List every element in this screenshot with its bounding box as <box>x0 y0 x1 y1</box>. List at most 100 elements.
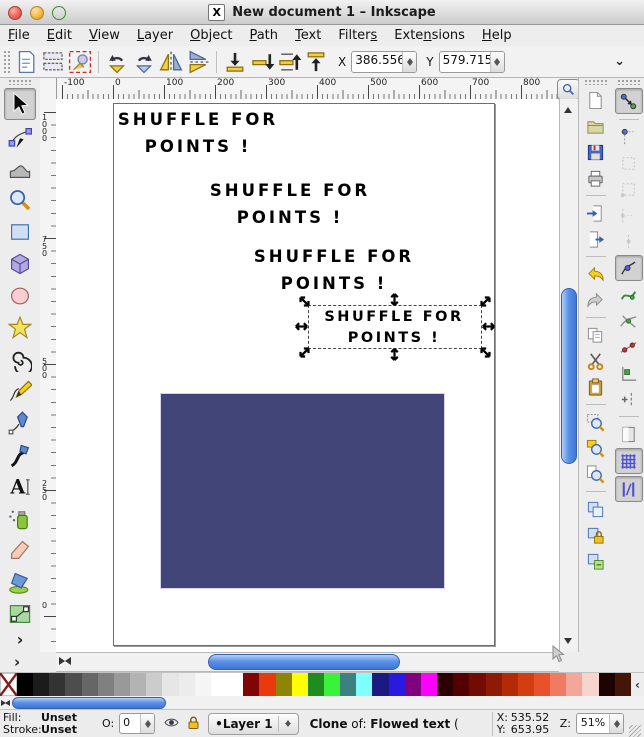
raise-one-step-button[interactable] <box>276 49 302 75</box>
color-swatch[interactable] <box>65 673 81 696</box>
scale-handle-top[interactable] <box>387 292 402 307</box>
palette-scrollbar[interactable] <box>0 696 644 710</box>
color-swatch[interactable] <box>356 673 372 696</box>
menu-item[interactable]: Help <box>482 28 512 43</box>
unlink-clone-button[interactable] <box>583 549 609 573</box>
color-swatch[interactable] <box>502 673 518 696</box>
duplicate-button[interactable] <box>583 497 609 521</box>
color-swatch[interactable] <box>518 673 534 696</box>
snap-grid-button[interactable] <box>615 448 643 474</box>
lower-one-step-button[interactable] <box>249 49 275 75</box>
color-swatch[interactable] <box>179 673 195 696</box>
zoom-spinner[interactable] <box>609 714 623 733</box>
color-swatch[interactable] <box>453 673 469 696</box>
snap-nodes-button[interactable] <box>615 255 643 281</box>
snap-master-toggle-button[interactable] <box>615 88 643 114</box>
color-swatch[interactable] <box>389 673 405 696</box>
import-button[interactable] <box>583 201 609 225</box>
menu-item[interactable]: Layer <box>137 28 173 43</box>
color-swatch[interactable] <box>292 673 308 696</box>
zoom-to-drawing-button[interactable] <box>583 436 609 460</box>
copy-button[interactable] <box>583 323 609 347</box>
horizontal-scrollbar-thumb[interactable] <box>208 654 400 670</box>
palette-scrollbar-thumb[interactable] <box>12 697 166 709</box>
fill-stroke-indicator[interactable]: Fill: Unset Stroke: Unset <box>3 712 85 736</box>
color-swatch[interactable] <box>437 673 453 696</box>
color-swatch[interactable] <box>550 673 566 696</box>
vertical-ruler[interactable]: 10007505002500 <box>40 78 57 652</box>
tool-paint-bucket[interactable] <box>5 567 35 597</box>
rotate-ccw-button[interactable] <box>104 49 130 75</box>
color-swatch[interactable] <box>582 673 598 696</box>
minimize-button[interactable] <box>30 6 44 20</box>
snap-object-centers-button[interactable] <box>616 387 642 411</box>
toolbar-drag-handle[interactable] <box>3 50 10 74</box>
toolbox-drag-handle[interactable] <box>8 79 32 85</box>
paste-button[interactable] <box>583 375 609 399</box>
menu-item[interactable]: Object <box>190 28 232 43</box>
color-swatch[interactable] <box>615 673 631 696</box>
create-clone-button[interactable] <box>583 523 609 547</box>
opacity-spinner[interactable] <box>140 714 154 733</box>
color-swatch[interactable] <box>405 673 421 696</box>
select-all-layers-button[interactable] <box>40 49 66 75</box>
tool-calligraphy[interactable] <box>5 440 35 470</box>
toolbox-more-chevron[interactable]: › <box>14 653 20 671</box>
toolbar-overflow-chevron[interactable]: ⌄ <box>614 54 625 69</box>
scale-handle-right[interactable] <box>481 319 496 334</box>
snap-to-paths-button[interactable] <box>616 283 642 307</box>
canvas-text-1[interactable]: SHUFFLE FOR POINTS ! <box>108 106 288 160</box>
y-spinner[interactable] <box>490 52 504 72</box>
snap-bar-drag-handle[interactable] <box>617 79 641 85</box>
canvas[interactable]: SHUFFLE FOR POINTS ! SHUFFLE FOR POINTS … <box>56 99 559 652</box>
no-color-swatch[interactable] <box>0 673 17 696</box>
zoom-field[interactable]: 51% <box>576 713 624 734</box>
commands-bar-drag-handle[interactable] <box>584 79 608 85</box>
x-coordinate-value[interactable]: 386.556 <box>352 52 402 72</box>
blue-rectangle-object[interactable] <box>160 393 445 589</box>
tool-spray[interactable] <box>5 504 35 534</box>
color-swatch[interactable] <box>33 673 49 696</box>
flip-horizontal-button[interactable] <box>158 49 184 75</box>
color-swatch[interactable] <box>227 673 243 696</box>
tool-eraser[interactable] <box>5 536 35 566</box>
color-swatch[interactable] <box>308 673 324 696</box>
color-swatch[interactable] <box>82 673 98 696</box>
layer-lock-icon[interactable] <box>188 716 199 732</box>
tool-zoom[interactable] <box>5 185 35 215</box>
tool-pen[interactable] <box>5 408 35 438</box>
scroll-up-arrow[interactable] <box>560 101 576 115</box>
snap-midpoints-button[interactable] <box>616 361 642 385</box>
lower-to-bottom-button[interactable] <box>222 49 248 75</box>
open-document-button[interactable] <box>583 114 609 138</box>
new-document-button[interactable] <box>583 88 609 112</box>
menu-item[interactable]: View <box>89 28 120 43</box>
color-swatch[interactable] <box>599 673 615 696</box>
menu-item[interactable]: Filters <box>338 28 377 43</box>
opacity-field[interactable]: 0 <box>119 713 155 734</box>
snap-bbox-edge-midpoints-button[interactable] <box>616 203 642 227</box>
snap-bbox-corners-button[interactable] <box>616 177 642 201</box>
tool-selector[interactable] <box>4 88 36 120</box>
zoom-value[interactable]: 51% <box>577 714 609 733</box>
tool-star[interactable] <box>5 313 35 343</box>
color-swatch[interactable] <box>195 673 211 696</box>
snap-bbox-centers-button[interactable] <box>616 229 642 253</box>
menu-item[interactable]: Path <box>249 28 278 43</box>
undo-button[interactable] <box>583 262 609 286</box>
zoom-to-selection-button[interactable] <box>583 410 609 434</box>
vertical-scrollbar[interactable] <box>559 99 579 652</box>
color-swatch[interactable] <box>372 673 388 696</box>
print-button[interactable] <box>583 166 609 190</box>
current-layer-dropdown[interactable]: •Layer 1 <box>208 713 298 735</box>
canvas-text-3[interactable]: SHUFFLE FOR POINTS ! <box>244 243 424 297</box>
menu-item[interactable]: Edit <box>47 28 72 43</box>
window-resize-grip[interactable] <box>629 725 641 737</box>
x-coordinate-field[interactable]: 386.556 <box>351 51 417 73</box>
horizontal-scrollbar[interactable] <box>56 652 559 672</box>
rotate-cw-button[interactable] <box>131 49 157 75</box>
select-all-button[interactable] <box>13 49 39 75</box>
raise-to-top-button[interactable] <box>303 49 329 75</box>
cut-button[interactable] <box>583 349 609 373</box>
zoom-to-page-button[interactable] <box>583 462 609 486</box>
